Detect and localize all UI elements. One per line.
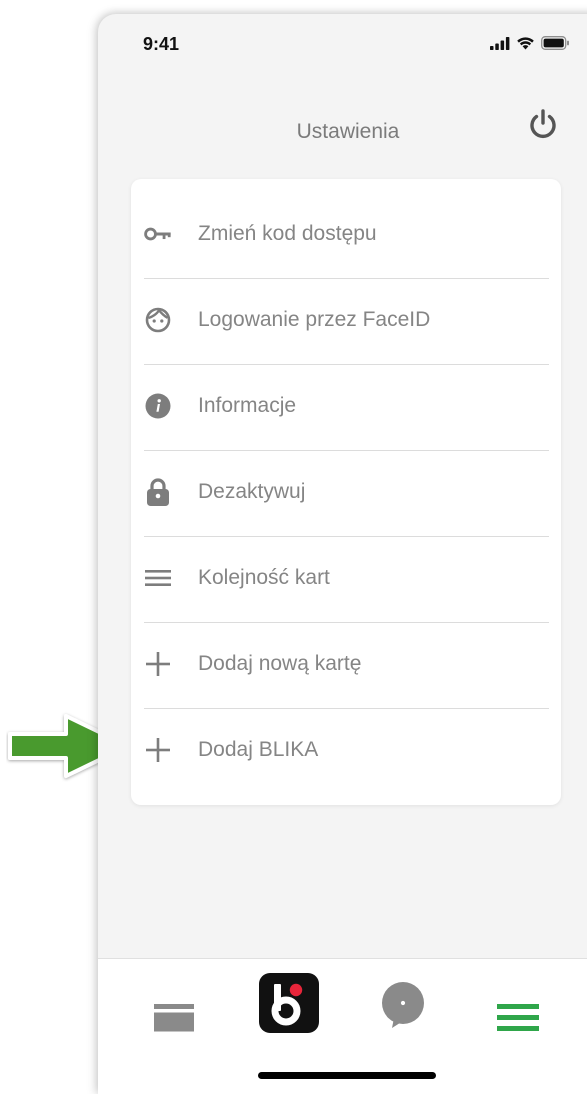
status-time: 9:41 xyxy=(143,34,180,54)
tab-blik[interactable] xyxy=(259,973,319,1033)
power-icon xyxy=(530,109,556,139)
menu-item-label: Dodaj nową kartę xyxy=(198,652,362,675)
phone-screen: 9:41 Ustawienia Zmień kod dostępu Logowa… xyxy=(98,14,587,1094)
menu-item-label: Zmień kod dostępu xyxy=(198,222,377,245)
status-icons xyxy=(490,36,570,50)
menu-item-label: Kolejność kart xyxy=(198,566,330,589)
tab-chat[interactable] xyxy=(381,981,427,1031)
signal-icon xyxy=(490,36,510,50)
plus-icon xyxy=(144,650,172,678)
menu-item-change-pin[interactable]: Zmień kod dostępu xyxy=(144,192,549,279)
menu-item-faceid[interactable]: Logowanie przez FaceID xyxy=(144,278,549,365)
info-icon xyxy=(144,392,172,420)
blik-logo-icon xyxy=(259,973,319,1033)
menu-item-label: Dezaktywuj xyxy=(198,480,306,503)
home-indicator[interactable] xyxy=(258,1072,436,1079)
chat-icon xyxy=(382,982,424,1028)
status-bar: 9:41 xyxy=(98,14,587,74)
menu-item-add-card[interactable]: Dodaj nową kartę xyxy=(144,622,549,709)
reorder-icon xyxy=(144,564,172,592)
tab-cards[interactable] xyxy=(154,1003,194,1033)
key-icon xyxy=(144,220,172,248)
card-icon xyxy=(154,1004,194,1032)
menu-item-deactivate[interactable]: Dezaktywuj xyxy=(144,450,549,537)
menu-item-info[interactable]: Informacje xyxy=(144,364,549,451)
tab-menu[interactable] xyxy=(497,1002,539,1034)
menu-item-label: Informacje xyxy=(198,394,297,417)
page-title-text: Ustawienia xyxy=(296,120,400,143)
menu-item-label: Logowanie przez FaceID xyxy=(198,308,431,331)
wifi-icon xyxy=(517,37,534,50)
face-icon xyxy=(144,306,172,334)
plus-icon xyxy=(144,736,172,764)
battery-icon xyxy=(541,36,569,50)
lock-icon xyxy=(144,478,172,506)
menu-item-label: Dodaj BLIKA xyxy=(198,738,319,761)
page-title: Ustawienia xyxy=(98,120,587,144)
settings-card: Zmień kod dostępu Logowanie przez FaceID xyxy=(131,179,561,805)
menu-icon xyxy=(497,1004,539,1031)
menu-item-add-blik[interactable]: Dodaj BLIKA xyxy=(144,708,549,794)
menu-item-card-order[interactable]: Kolejność kart xyxy=(144,536,549,623)
logout-button[interactable] xyxy=(526,107,560,141)
